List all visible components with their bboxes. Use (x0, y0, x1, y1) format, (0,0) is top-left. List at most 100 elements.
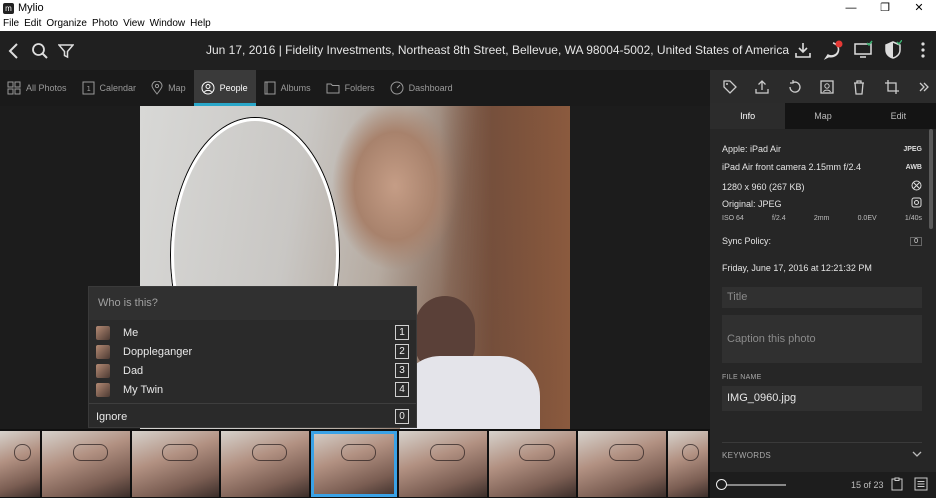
face-tag-icon[interactable] (815, 74, 839, 100)
menu-window[interactable]: Window (150, 18, 186, 29)
filmstrip-thumbnail[interactable] (488, 431, 577, 497)
menu-edit[interactable]: Edit (24, 18, 41, 29)
info-tabs: Info Map Edit (710, 103, 936, 129)
filmstrip-thumbnail[interactable] (131, 431, 220, 497)
filmstrip-thumbnail-selected[interactable] (311, 431, 397, 497)
zoom-slider-track[interactable] (724, 484, 786, 486)
filmstrip-thumbnail[interactable] (578, 431, 667, 497)
keywords-label[interactable]: KEYWORDS (722, 451, 771, 460)
avatar (96, 363, 110, 378)
album-icon (263, 81, 276, 95)
trash-icon[interactable] (847, 74, 871, 100)
person-option-doppleganger[interactable]: Doppleganger 2 (89, 342, 416, 361)
tab-label: People (219, 83, 248, 93)
shortcut-key: 1 (395, 325, 409, 340)
filter-icon[interactable] (53, 38, 79, 64)
person-name: Dad (123, 364, 144, 377)
svg-text:1: 1 (86, 85, 90, 93)
avatar (96, 382, 110, 397)
sync-policy-label: Sync Policy: (722, 236, 772, 246)
crop-icon[interactable] (879, 74, 903, 100)
search-icon[interactable] (27, 38, 53, 64)
camera-mode-icon (911, 197, 922, 210)
map-pin-icon (151, 81, 163, 95)
devices-icon[interactable] (850, 37, 876, 63)
zoom-slider-handle[interactable] (716, 479, 727, 490)
tab-map[interactable]: Map (144, 70, 194, 106)
back-icon[interactable] (1, 38, 27, 64)
tab-edit[interactable]: Edit (861, 103, 936, 129)
exif-row: ISO 64 f/2.4 2mm 0.0EV 1/40s (722, 215, 922, 222)
menu-bar: File Edit Organize Photo View Window Hel… (0, 16, 936, 31)
shortcut-key: 3 (395, 363, 409, 378)
filmstrip-thumbnail[interactable] (0, 431, 40, 497)
tab-dashboard[interactable]: Dashboard (383, 70, 461, 106)
exif-ev: 0.0EV (857, 215, 877, 222)
rotate-icon[interactable] (783, 74, 807, 100)
share-icon[interactable] (750, 74, 774, 100)
view-tabs: All Photos 1 Calendar Map People Albums … (0, 70, 710, 106)
filmstrip-thumbnail[interactable] (41, 431, 130, 497)
divider (722, 442, 922, 443)
tab-albums[interactable]: Albums (256, 70, 319, 106)
menu-help[interactable]: Help (190, 18, 211, 29)
flash-off-icon (911, 180, 922, 193)
sync-policy-badge[interactable]: 0 (910, 236, 922, 246)
close-icon[interactable]: ✕ (902, 0, 936, 16)
tab-map[interactable]: Map (785, 103, 860, 129)
filmstrip-thumbnail[interactable] (221, 431, 310, 497)
exif-shutter: 1/40s (904, 215, 922, 222)
tag-icon[interactable] (718, 74, 742, 100)
tab-label: All Photos (26, 83, 67, 93)
camera-model: Apple: iPad Air (722, 144, 782, 154)
person-icon (201, 81, 215, 95)
caption-field[interactable]: Caption this photo (722, 315, 922, 363)
calendar-icon: 1 (82, 81, 95, 95)
image-dimensions: 1280 x 960 (267 KB) (722, 181, 805, 192)
tab-people[interactable]: People (193, 70, 256, 106)
tab-label: Folders (344, 83, 375, 93)
exif-aperture: f/2.4 (772, 215, 786, 222)
format-tag: JPEG (903, 145, 922, 153)
shield-icon[interactable] (880, 37, 906, 63)
window-title: Mylio (18, 2, 44, 14)
menu-photo[interactable]: Photo (92, 18, 118, 29)
menu-view[interactable]: View (123, 18, 145, 29)
tab-all-photos[interactable]: All Photos (0, 70, 75, 106)
filmstrip-thumbnail[interactable] (398, 431, 487, 497)
chevron-down-icon[interactable] (912, 450, 922, 460)
restore-icon[interactable]: ❐ (868, 0, 902, 16)
file-name-field[interactable]: IMG_0960.jpg (722, 386, 922, 411)
info-panel: Apple: iPad Air JPEG iPad Air front came… (710, 129, 936, 472)
tab-calendar[interactable]: 1 Calendar (75, 70, 145, 106)
person-option-my-twin[interactable]: My Twin 4 (89, 380, 416, 399)
ignore-face-option[interactable]: Ignore 0 (89, 404, 416, 430)
tab-label: Map (168, 83, 186, 93)
title-field[interactable]: Title (722, 287, 922, 308)
photo-datetime: Friday, June 17, 2016 at 12:21:32 PM (722, 263, 872, 273)
photo-location-header: Jun 17, 2016 | Fidelity Investments, Nor… (206, 43, 789, 57)
menu-organize[interactable]: Organize (46, 18, 87, 29)
filmstrip-thumbnail[interactable] (668, 431, 709, 497)
tab-info[interactable]: Info (710, 103, 786, 129)
expand-panel-icon[interactable] (912, 74, 936, 100)
minimize-icon[interactable]: — (834, 0, 868, 16)
exif-focal: 2mm (813, 215, 830, 222)
avatar (96, 325, 110, 340)
clipboard-icon[interactable] (891, 477, 903, 493)
menu-file[interactable]: File (3, 18, 19, 29)
who-is-this-panel: Who is this? Me 1 Doppleganger 2 Dad 3 M… (88, 286, 417, 428)
info-scrollbar[interactable] (929, 129, 933, 229)
more-vertical-icon[interactable] (910, 37, 936, 63)
import-icon[interactable] (790, 37, 816, 63)
dashboard-icon (390, 81, 404, 95)
photo-counter: 15 of 23 (851, 480, 884, 490)
tab-folders[interactable]: Folders (319, 70, 383, 106)
notifications-icon[interactable] (820, 37, 846, 63)
list-view-icon[interactable] (914, 477, 928, 493)
shortcut-key: 4 (395, 382, 409, 397)
photo-shirt (400, 356, 540, 429)
photo-actions-toolbar (710, 70, 936, 103)
person-option-dad[interactable]: Dad 3 (89, 361, 416, 380)
person-option-me[interactable]: Me 1 (89, 323, 416, 342)
